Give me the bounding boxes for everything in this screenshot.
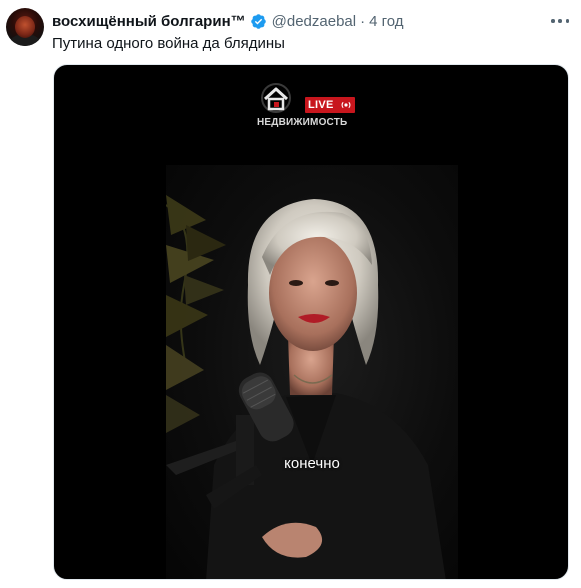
tweet[interactable]: восхищённый болгарин™ @dedzaebal · 4 год… [0, 0, 581, 588]
house-logo-icon [261, 83, 291, 113]
tweet-text: Путина одного война да блядины [52, 35, 285, 52]
channel-logo: LIVE НЕДВИЖИМОСТЬ [257, 83, 359, 131]
author-handle[interactable]: @dedzaebal [272, 13, 356, 30]
tweet-timestamp[interactable]: 4 год [369, 13, 403, 30]
author-name[interactable]: восхищённый болгарин™ [52, 13, 246, 30]
avatar[interactable] [6, 8, 44, 46]
video-player[interactable]: LIVE НЕДВИЖИМОСТЬ конечно [53, 64, 569, 580]
tweet-header: восхищённый болгарин™ @dedzaebal · 4 год [52, 11, 404, 31]
avatar-face [15, 16, 35, 38]
channel-brand: НЕДВИЖИМОСТЬ [257, 117, 348, 128]
plant [166, 195, 226, 433]
separator-dot: · [360, 12, 366, 30]
video-scene [166, 195, 446, 579]
video-frame[interactable]: конечно [166, 165, 458, 579]
video-caption: конечно [284, 455, 340, 472]
broadcast-icon [341, 101, 351, 109]
live-badge: LIVE [305, 97, 355, 113]
verified-badge-icon [250, 13, 266, 29]
live-label: LIVE [308, 99, 334, 111]
more-options-icon[interactable] [551, 12, 569, 30]
